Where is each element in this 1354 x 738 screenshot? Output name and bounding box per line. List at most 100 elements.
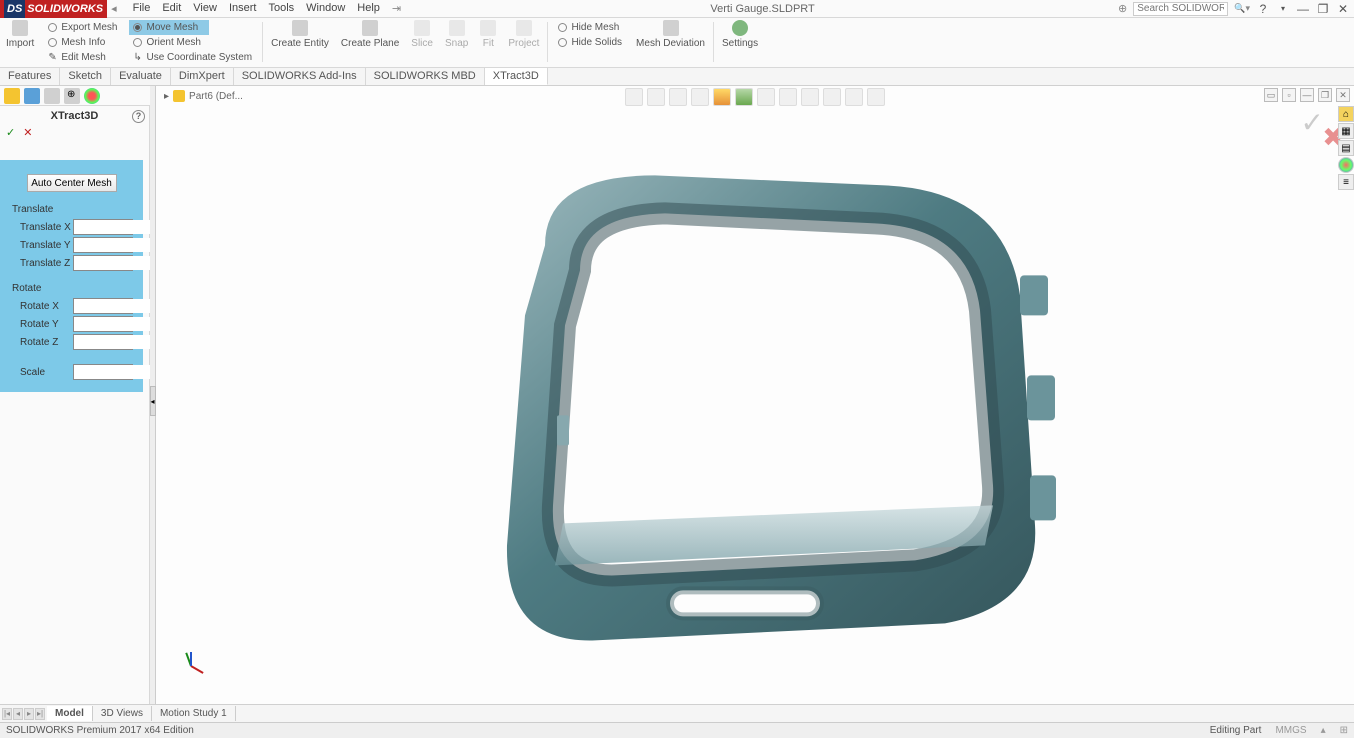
ribbon-export-mesh[interactable]: Export Mesh <box>44 20 121 35</box>
ribbon-tabs: Features Sketch Evaluate DimXpert SOLIDW… <box>0 68 1354 86</box>
ribbon-settings[interactable]: Settings <box>716 18 764 51</box>
vtb-scene-icon[interactable] <box>757 88 775 106</box>
vtb-view-icon[interactable] <box>779 88 797 106</box>
right-task-pane: ⌂ ▦ ▤ ≡ <box>1338 106 1354 190</box>
vtb-screen-icon[interactable] <box>867 88 885 106</box>
view-toolbar <box>625 88 885 106</box>
rail-lib-icon[interactable]: ▦ <box>1338 123 1354 139</box>
panel-cancel-icon[interactable]: ✕ <box>23 126 32 142</box>
tree-icon-5[interactable] <box>84 88 100 104</box>
3d-viewport[interactable]: ▸ Part6 (Def... ▭ ▫ — ❐ ✕ ✓ ✖ <box>156 86 1354 704</box>
logo-prefix: DS <box>4 0 25 18</box>
menu-tools[interactable]: Tools <box>262 2 300 15</box>
tab-addins[interactable]: SOLIDWORKS Add-Ins <box>234 68 366 85</box>
vtb-zoom-icon[interactable] <box>625 88 643 106</box>
menu-insert[interactable]: Insert <box>223 2 263 15</box>
ry-input[interactable]: ▲▼ <box>73 316 133 332</box>
search-icon: ⊕ <box>1118 2 1127 15</box>
vp-min-icon[interactable]: — <box>1300 88 1314 102</box>
scale-input[interactable]: ▲▼ <box>73 364 133 380</box>
rz-input[interactable]: ▲▼ <box>73 334 133 350</box>
menu-pin-icon[interactable]: ⇥ <box>386 2 407 15</box>
btab-3dviews[interactable]: 3D Views <box>93 706 152 721</box>
ribbon-hide-solids[interactable]: Hide Solids <box>554 35 626 50</box>
ribbon-mesh-info[interactable]: Mesh Info <box>44 35 121 50</box>
rail-home-icon[interactable]: ⌂ <box>1338 106 1354 122</box>
orientation-triad[interactable] <box>176 644 206 674</box>
menu-window[interactable]: Window <box>300 2 351 15</box>
panel-ok-icon[interactable]: ✓ <box>6 126 15 142</box>
breadcrumb[interactable]: ▸ Part6 (Def... <box>164 90 243 102</box>
menu-file[interactable]: File <box>127 2 157 15</box>
ribbon-create-plane[interactable]: Create Plane <box>335 18 405 51</box>
tab-dimxpert[interactable]: DimXpert <box>171 68 234 85</box>
rail-appearance-icon[interactable] <box>1338 157 1354 173</box>
ribbon-mesh-deviation[interactable]: Mesh Deviation <box>630 18 711 51</box>
status-units[interactable]: MMGS <box>1275 725 1306 736</box>
vtb-hide-icon[interactable] <box>801 88 819 106</box>
ribbon-slice: Slice <box>405 18 439 51</box>
rz-label: Rotate Z <box>20 337 58 348</box>
rail-props-icon[interactable]: ▤ <box>1338 140 1354 156</box>
tab-evaluate[interactable]: Evaluate <box>111 68 171 85</box>
ribbon-move-mesh[interactable]: Move Mesh <box>129 20 209 35</box>
menu-edit[interactable]: Edit <box>156 2 187 15</box>
tz-input[interactable]: ▲▼ <box>73 255 133 271</box>
close-icon[interactable]: ✕ <box>1336 2 1350 16</box>
tx-input[interactable]: ▲▼ <box>73 219 133 235</box>
tree-icon-4[interactable]: ⊕ <box>64 88 80 104</box>
vtb-appearance-icon[interactable] <box>735 88 753 106</box>
status-chevron-icon[interactable]: ▴ <box>1321 725 1326 736</box>
minimize-icon[interactable]: — <box>1296 2 1310 16</box>
rail-custom-icon[interactable]: ≡ <box>1338 174 1354 190</box>
ribbon-orient-mesh[interactable]: Orient Mesh <box>129 35 256 50</box>
tree-icon-3[interactable] <box>44 88 60 104</box>
btab-model[interactable]: Model <box>47 706 93 721</box>
panel-help-icon[interactable]: ? <box>132 110 145 123</box>
ty-input[interactable]: ▲▼ <box>73 237 133 253</box>
search-dropdown-icon[interactable]: 🔍▾ <box>1234 3 1250 14</box>
ribbon-use-cs[interactable]: ↳Use Coordinate System <box>129 50 256 65</box>
dropdown-icon[interactable]: ▾ <box>1276 2 1290 16</box>
tree-icon-2[interactable] <box>24 88 40 104</box>
ribbon-hide-mesh[interactable]: Hide Mesh <box>554 20 626 35</box>
tree-icon-1[interactable] <box>4 88 20 104</box>
tz-label: Translate Z <box>20 258 70 269</box>
vp-link-icon[interactable]: ▫ <box>1282 88 1296 102</box>
status-custom-icon[interactable]: ⊞ <box>1340 725 1348 736</box>
btab-motion[interactable]: Motion Study 1 <box>152 706 236 721</box>
ribbon-import[interactable]: Import <box>0 18 40 51</box>
bnav-first-icon[interactable]: |◂ <box>2 708 12 720</box>
vtb-rotate-icon[interactable] <box>669 88 687 106</box>
tab-features[interactable]: Features <box>0 68 60 85</box>
splitter-handle[interactable]: ◂ <box>150 386 156 416</box>
tab-xtract3d[interactable]: XTract3D <box>485 68 548 85</box>
tab-sketch[interactable]: Sketch <box>60 68 111 85</box>
help-icon[interactable]: ? <box>1256 2 1270 16</box>
menu-help[interactable]: Help <box>351 2 386 15</box>
ribbon-create-entity[interactable]: Create Entity <box>265 18 335 51</box>
vp-tile-icon[interactable]: ▭ <box>1264 88 1278 102</box>
viewport-confirm-icon[interactable]: ✓ <box>1301 106 1324 139</box>
vtb-pan-icon[interactable] <box>647 88 665 106</box>
search-input[interactable] <box>1133 2 1228 16</box>
tab-mbd[interactable]: SOLIDWORKS MBD <box>366 68 485 85</box>
bnav-last-icon[interactable]: ▸| <box>35 708 45 720</box>
status-mode: Editing Part <box>1210 725 1262 736</box>
ribbon-fit: Fit <box>474 18 502 51</box>
vtb-section-icon[interactable] <box>691 88 709 106</box>
menu-view[interactable]: View <box>187 2 223 15</box>
vtb-render-icon[interactable] <box>845 88 863 106</box>
ribbon-edit-mesh[interactable]: ✎Edit Mesh <box>44 50 121 65</box>
menu-collapse-icon[interactable]: ◂ <box>107 2 121 15</box>
bnav-prev-icon[interactable]: ◂ <box>13 708 23 720</box>
vp-max-icon[interactable]: ❐ <box>1318 88 1332 102</box>
vtb-display-icon[interactable] <box>713 88 731 106</box>
vtb-shadow-icon[interactable] <box>823 88 841 106</box>
vp-close-icon[interactable]: ✕ <box>1336 88 1350 102</box>
rx-input[interactable]: ▲▼ <box>73 298 133 314</box>
breadcrumb-expand-icon[interactable]: ▸ <box>164 91 169 102</box>
bnav-next-icon[interactable]: ▸ <box>24 708 34 720</box>
restore-icon[interactable]: ❐ <box>1316 2 1330 16</box>
auto-center-button[interactable]: Auto Center Mesh <box>27 174 117 192</box>
